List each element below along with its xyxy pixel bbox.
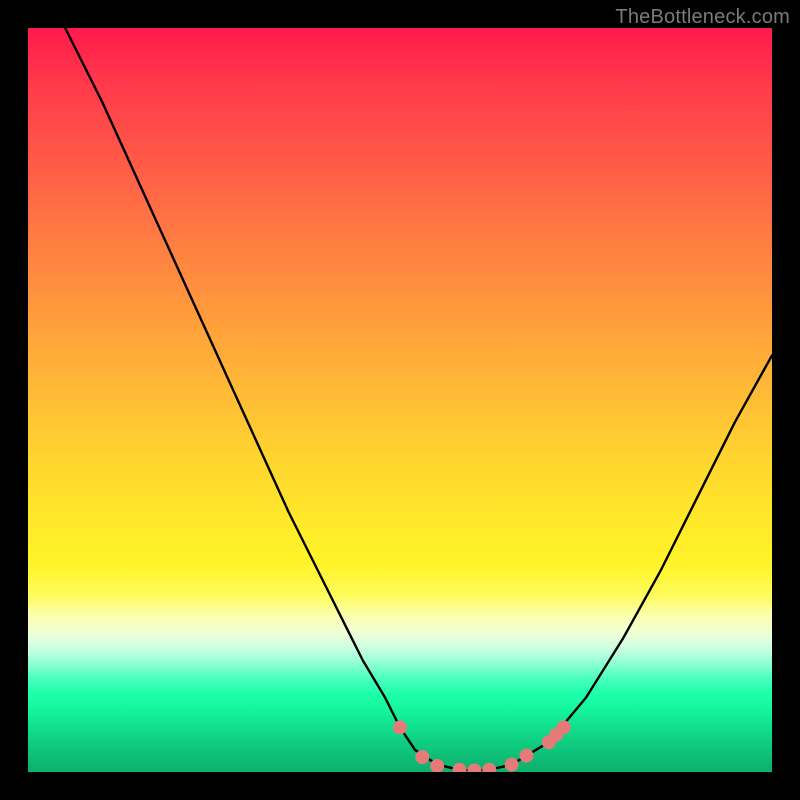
plot-area: [28, 28, 772, 772]
marker-dot: [415, 750, 429, 764]
marker-dot: [453, 763, 467, 772]
watermark-text: TheBottleneck.com: [615, 6, 790, 29]
marker-dot: [520, 749, 534, 763]
marker-dot: [505, 758, 519, 772]
marker-dots: [393, 720, 571, 772]
marker-dot: [482, 763, 496, 772]
bottleneck-curve: [65, 28, 772, 771]
curve-layer: [28, 28, 772, 772]
marker-dot: [467, 764, 481, 773]
marker-dot: [557, 720, 571, 734]
marker-dot: [393, 720, 407, 734]
chart-frame: TheBottleneck.com: [0, 0, 800, 800]
